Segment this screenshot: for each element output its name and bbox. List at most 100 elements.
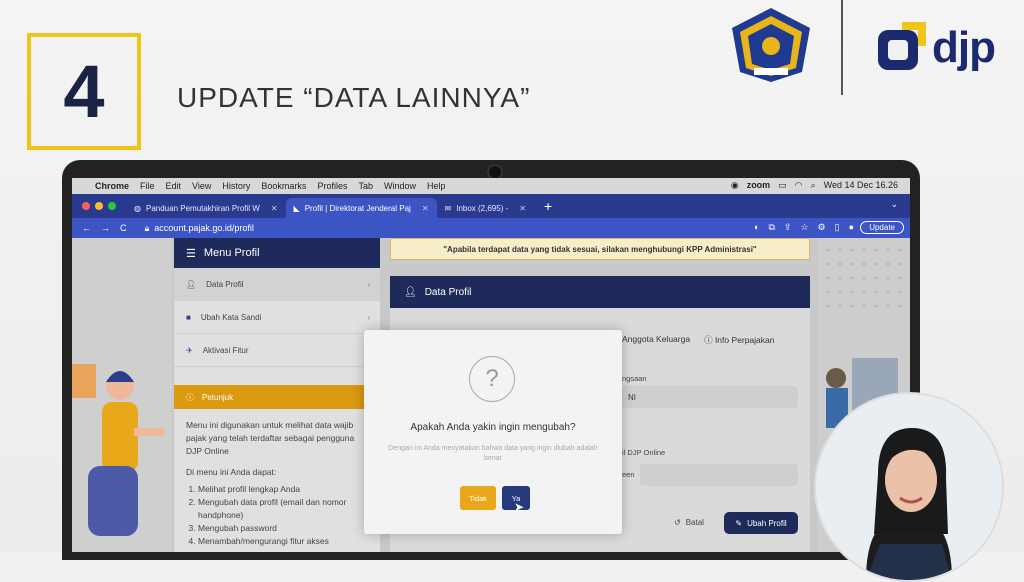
reload-icon[interactable]: C [120,223,127,233]
url-text: account.pajak.go.id/profil [154,223,254,233]
back-icon[interactable]: ← [82,223,91,233]
field-value[interactable] [640,464,798,486]
ubah-profil-label: Ubah Profil [747,518,787,528]
window-controls [82,202,116,210]
address-bar: ← → C 🔒︎ account.pajak.go.id/profil ◐ ⧉ … [72,218,910,238]
menu-bar-status: ◉ zoom ▭ ◠ ⌕ Wed 14 Dec 16.26 [731,180,898,191]
sidebar-item-label: Data Profil [206,279,244,289]
data-profil-header: 👤︎ Data Profil [390,276,810,308]
batal-button[interactable]: ↺ Batal [674,518,704,527]
laptop-screen: Chrome File Edit View History Bookmarks … [72,178,910,552]
google-icon[interactable]: ◐ [754,222,759,233]
record-icon[interactable]: ◉ [731,180,739,191]
presenter-video [814,392,1004,582]
menu-file[interactable]: File [140,181,155,191]
close-tab-icon[interactable]: ✕ [519,204,526,213]
share-icon[interactable]: ⇪ [784,222,792,233]
slide-title: UPDATE “DATA LAINNYA” [177,82,531,113]
chevron-right-icon: › [367,312,370,322]
update-button[interactable]: Update [860,221,904,234]
forward-icon[interactable]: → [101,223,110,233]
tab-anggota-keluarga[interactable]: Anggota Keluarga [622,334,690,346]
hamburger-icon[interactable]: ☰ [186,247,196,260]
djp-favicon-icon: ◣ [293,203,300,213]
mac-menu-bar: Chrome File Edit View History Bookmarks … [72,178,910,194]
list-item: Melihat profil lengkap Anda [198,483,368,496]
star-icon[interactable]: ☆ [800,222,808,233]
presenter-image [816,394,1002,580]
profile-icon[interactable]: ● [849,222,854,233]
tab-profil[interactable]: ◣ Profil | Direktorat Jenderal Paj ✕ [285,198,437,218]
field-label: ngsaan [622,374,647,383]
zoom-label[interactable]: zoom [747,180,771,191]
petunjuk-subtext: Di menu ini Anda dapat: [186,467,277,477]
tab-label: Panduan Pemutakhiran Profil W [145,203,260,213]
wifi-icon[interactable]: ◠ [795,180,803,191]
install-icon[interactable]: ⧉ [768,222,774,233]
tab-inbox[interactable]: ✉ Inbox (2,695) - ✕ [437,198,534,218]
url-field[interactable]: 🔒︎ account.pajak.go.id/profil [145,223,254,234]
search-icon[interactable]: ⌕ [811,180,816,191]
battery-icon[interactable]: ▭ [778,180,787,191]
list-item: Mengubah data profil (email dan nomor ha… [198,496,368,522]
lock-icon: ■ [186,312,191,322]
mouse-cursor-icon: ➤ [514,500,525,514]
undo-icon: ↺ [674,518,681,527]
menu-app-name[interactable]: Chrome [95,181,129,191]
menu-profiles[interactable]: Profiles [317,181,347,191]
dialog-title: Apakah Anda yakin ingin mengubah? [410,422,576,433]
tab-label: Inbox (2,695) - [456,203,509,213]
djp-logo-text: djp [932,23,996,72]
dialog-description: Dengan ini Anda menyatakan bahwa data ya… [388,445,598,462]
plane-icon: ✈ [186,345,193,355]
close-tab-icon[interactable]: ✕ [422,204,429,213]
lock-icon: 🔒︎ [144,222,150,233]
tab-info-perpajakan[interactable]: ⓘ Info Perpajakan [704,334,774,346]
gmail-icon: ✉ [444,203,452,213]
petunjuk-list: Melihat profil lengkap Anda Mengubah dat… [186,483,368,548]
list-item: Mengubah password [198,522,368,535]
info-icon: ⓘ [186,392,194,402]
list-item: Menambah/mengurangi fitur akses [198,535,368,548]
close-tab-icon[interactable]: ✕ [271,204,278,213]
sidebar-item-data-profil[interactable]: 👤︎ Data Profil › [174,268,380,301]
maximize-window-icon[interactable] [108,202,116,210]
sidebar-item-ubah-kata-sandi[interactable]: ■ Ubah Kata Sandi › [174,301,380,334]
sidebar-icon[interactable]: ▯ [835,222,840,233]
petunjuk-header: ⓘ Petunjuk [174,385,380,409]
step-number-box: 4 [27,33,141,150]
field-label: il DJP Online [622,448,666,457]
browser-tools: ◐ ⧉ ⇪ ☆ ⚙ ▯ ● [754,222,854,233]
sidebar-item-label: Aktivasi Fitur [202,345,249,355]
tidak-button[interactable]: Tidak [460,486,496,510]
minimize-window-icon[interactable] [95,202,103,210]
tab-search-icon[interactable]: ⌄ [890,199,898,210]
ubah-profil-button[interactable]: ✎ Ubah Profil [724,512,798,534]
question-icon: ? [469,356,515,402]
menu-history[interactable]: History [222,181,250,191]
edit-icon: ✎ [735,518,743,528]
extensions-icon[interactable]: ⚙ [818,222,826,233]
tab-info-label: Info Perpajakan [714,335,775,345]
globe-icon: ◍ [134,203,141,213]
left-illustration [72,238,172,552]
menu-tab[interactable]: Tab [358,181,373,191]
menu-edit[interactable]: Edit [166,181,182,191]
close-window-icon[interactable] [82,202,90,210]
menu-bookmarks[interactable]: Bookmarks [261,181,306,191]
step-number: 4 [63,50,105,133]
person-illustration [72,364,164,536]
menu-view[interactable]: View [192,181,211,191]
sidebar-item-aktivasi-fitur[interactable]: ✈ Aktivasi Fitur [174,334,380,367]
clock-text[interactable]: Wed 14 Dec 16.26 [824,180,898,191]
menu-window[interactable]: Window [384,181,416,191]
menu-help[interactable]: Help [427,181,446,191]
menu-profil-title: Menu Profil [203,247,260,259]
djp-mark-icon [878,22,926,70]
tab-panduan[interactable]: ◍ Panduan Pemutakhiran Profil W ✕ [126,198,286,218]
notice-banner: "Apabila terdapat data yang tidak sesuai… [390,238,810,260]
field-label: een [622,470,635,479]
petunjuk-title: Petunjuk [202,392,234,402]
new-tab-icon[interactable]: + [544,198,552,214]
field-value[interactable]: NI [622,386,798,408]
